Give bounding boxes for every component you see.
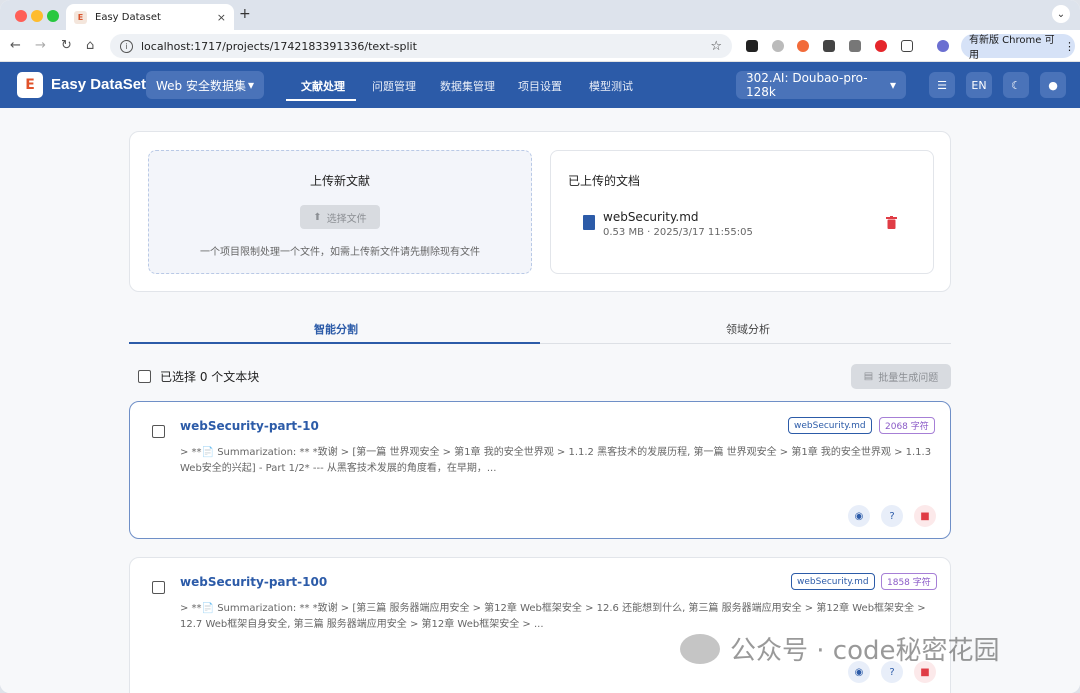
- uploaded-docs-title: 已上传的文档: [568, 174, 641, 188]
- menu-list-icon[interactable]: ☰: [929, 72, 955, 98]
- nav-tab-questions[interactable]: 问题管理: [372, 78, 416, 94]
- site-info-icon[interactable]: i: [120, 39, 133, 53]
- library-books-icon: ▤: [863, 371, 874, 382]
- easy-dataset-logo-icon: E: [17, 72, 43, 98]
- address-url[interactable]: localhost:1717/projects/1742183391336/te…: [141, 40, 710, 53]
- chunk-title[interactable]: webSecurity-part-100: [180, 575, 327, 589]
- active-tab-indicator: [129, 342, 540, 344]
- choose-file-label: 选择文件: [326, 213, 367, 225]
- active-nav-indicator: [286, 99, 356, 101]
- upload-title: 上传新文献: [309, 174, 370, 188]
- watermark-text: 公众号 · code秘密花园: [730, 636, 1000, 666]
- upload-file-icon: ⬆: [313, 211, 322, 223]
- profile-avatar[interactable]: [937, 40, 949, 52]
- language-button[interactable]: EN: [966, 72, 992, 98]
- chunk-char-count-chip: 2068 字符: [879, 417, 935, 434]
- extensions-puzzle-icon[interactable]: [901, 40, 913, 52]
- chunk-preview: > **📄 Summarization: ** *致谢 > [第三篇 服务器端应…: [180, 603, 926, 630]
- browser-toolbar: ← → ↻ ⌂ i localhost:1717/projects/174218…: [0, 30, 1080, 62]
- chunk-checkbox[interactable]: [152, 581, 165, 594]
- delete-chunk-trash-icon[interactable]: ■: [914, 505, 936, 527]
- nav-tab-project-settings[interactable]: 项目设置: [518, 78, 562, 94]
- address-bar[interactable]: i localhost:1717/projects/1742183391336/…: [110, 34, 732, 58]
- chunk-title[interactable]: webSecurity-part-10: [180, 419, 319, 433]
- nav-tab-model-test[interactable]: 模型测试: [589, 78, 633, 94]
- upload-hint: 一个项目限制处理一个文件，如需上传新文件请先删除现有文件: [200, 247, 480, 258]
- browser-tab-title: Easy Dataset: [95, 11, 161, 23]
- document-icon: [583, 215, 595, 230]
- wechat-icon: [680, 633, 720, 664]
- minimize-window-button[interactable]: [31, 10, 43, 22]
- extension-icon-5[interactable]: [849, 40, 861, 52]
- project-select-value: Web 安全数据集: [156, 78, 246, 93]
- view-eye-icon[interactable]: ◉: [848, 505, 870, 527]
- app-favicon-icon: E: [74, 10, 87, 24]
- uploaded-file-meta: 0.53 MB · 2025/3/17 11:55:05: [603, 227, 753, 238]
- chevron-down-icon: ▾: [247, 78, 254, 92]
- split-tabs: 智能分割 领域分析: [129, 313, 951, 344]
- close-window-button[interactable]: [15, 10, 27, 22]
- uploaded-docs: 已上传的文档 webSecurity.md 0.53 MB · 2025/3/1…: [550, 150, 934, 274]
- tab-search-chevron-icon[interactable]: ⌄: [1052, 5, 1070, 23]
- browser-tab[interactable]: E Easy Dataset ×: [66, 4, 234, 30]
- chunk-card[interactable]: webSecurity-part-100 webSecurity.md 1858…: [129, 557, 951, 693]
- upload-dropzone[interactable]: 上传新文献 ⬆ 选择文件 一个项目限制处理一个文件，如需上传新文件请先删除现有文…: [148, 150, 532, 274]
- uploaded-file-name[interactable]: webSecurity.md: [603, 210, 699, 224]
- tab-strip: E Easy Dataset × + ⌄: [0, 0, 1080, 30]
- chrome-menu-icon[interactable]: ⋮: [1064, 40, 1075, 53]
- home-button[interactable]: ⌂: [86, 38, 94, 53]
- batch-generate-questions-button[interactable]: ▤ 批量生成问题: [851, 364, 951, 389]
- extension-icon-3[interactable]: [797, 40, 809, 52]
- browser-window: E Easy Dataset × + ⌄ ← → ↻ ⌂ i localhost…: [0, 0, 1080, 693]
- model-select[interactable]: 302.AI: Doubao-pro-128k ▾: [736, 71, 906, 99]
- nav-tab-datasets[interactable]: 数据集管理: [440, 78, 495, 94]
- select-all-row: 已选择 0 个文本块: [138, 368, 259, 385]
- batch-generate-label: 批量生成问题: [878, 373, 939, 384]
- model-select-value: 302.AI: Doubao-pro-128k: [746, 71, 868, 99]
- tab-smart-split[interactable]: 智能分割: [314, 321, 358, 337]
- forward-button[interactable]: →: [35, 38, 46, 53]
- selected-count-label: 已选择 0 个文本块: [160, 370, 260, 384]
- chevron-down-icon: ▾: [889, 78, 896, 92]
- project-select[interactable]: Web 安全数据集 ▾: [146, 71, 264, 99]
- tab-domain-analysis[interactable]: 领域分析: [726, 321, 770, 337]
- nav-tab-literature[interactable]: 文献处理: [301, 78, 345, 94]
- file-panel: 上传新文献 ⬆ 选择文件 一个项目限制处理一个文件，如需上传新文件请先删除现有文…: [129, 131, 951, 292]
- chunk-char-count-chip: 1858 字符: [881, 573, 937, 590]
- new-tab-button[interactable]: +: [239, 6, 251, 22]
- chunk-card[interactable]: webSecurity-part-10 webSecurity.md 2068 …: [129, 401, 951, 539]
- choose-file-button[interactable]: ⬆ 选择文件: [300, 205, 380, 229]
- chunk-file-chip: webSecurity.md: [791, 573, 875, 590]
- back-button[interactable]: ←: [10, 38, 21, 53]
- main-content: 上传新文献 ⬆ 选择文件 一个项目限制处理一个文件，如需上传新文件请先删除现有文…: [0, 108, 1080, 693]
- dark-mode-moon-icon[interactable]: ☾: [1003, 72, 1029, 98]
- brand-name: Easy DataSet: [51, 76, 147, 93]
- reload-button[interactable]: ↻: [61, 38, 72, 53]
- chrome-update-label: 有新版 Chrome 可用: [969, 35, 1055, 61]
- close-tab-icon[interactable]: ×: [217, 11, 226, 24]
- generate-questions-icon[interactable]: ?: [881, 505, 903, 527]
- chunk-file-chip: webSecurity.md: [788, 417, 872, 434]
- delete-file-trash-icon[interactable]: [886, 216, 897, 229]
- bookmark-star-icon[interactable]: ☆: [710, 39, 722, 54]
- maximize-window-button[interactable]: [47, 10, 59, 22]
- chunk-preview: > **📄 Summarization: ** *致谢 > [第一篇 世界观安全…: [180, 447, 932, 474]
- extension-icon-2[interactable]: [772, 40, 784, 52]
- chrome-update-button[interactable]: 有新版 Chrome 可用 ⋮: [961, 34, 1075, 61]
- extension-icon-4[interactable]: [823, 40, 835, 52]
- chunk-checkbox[interactable]: [152, 425, 165, 438]
- select-all-checkbox[interactable]: [138, 370, 151, 383]
- app-header: E Easy DataSet Web 安全数据集 ▾ 文献处理 问题管理 数据集…: [0, 62, 1080, 108]
- extension-icon-1[interactable]: [746, 40, 758, 52]
- watermark: 公众号 · code秘密花园: [680, 630, 1000, 667]
- github-icon[interactable]: ●: [1040, 72, 1066, 98]
- extension-icon-6[interactable]: [875, 40, 887, 52]
